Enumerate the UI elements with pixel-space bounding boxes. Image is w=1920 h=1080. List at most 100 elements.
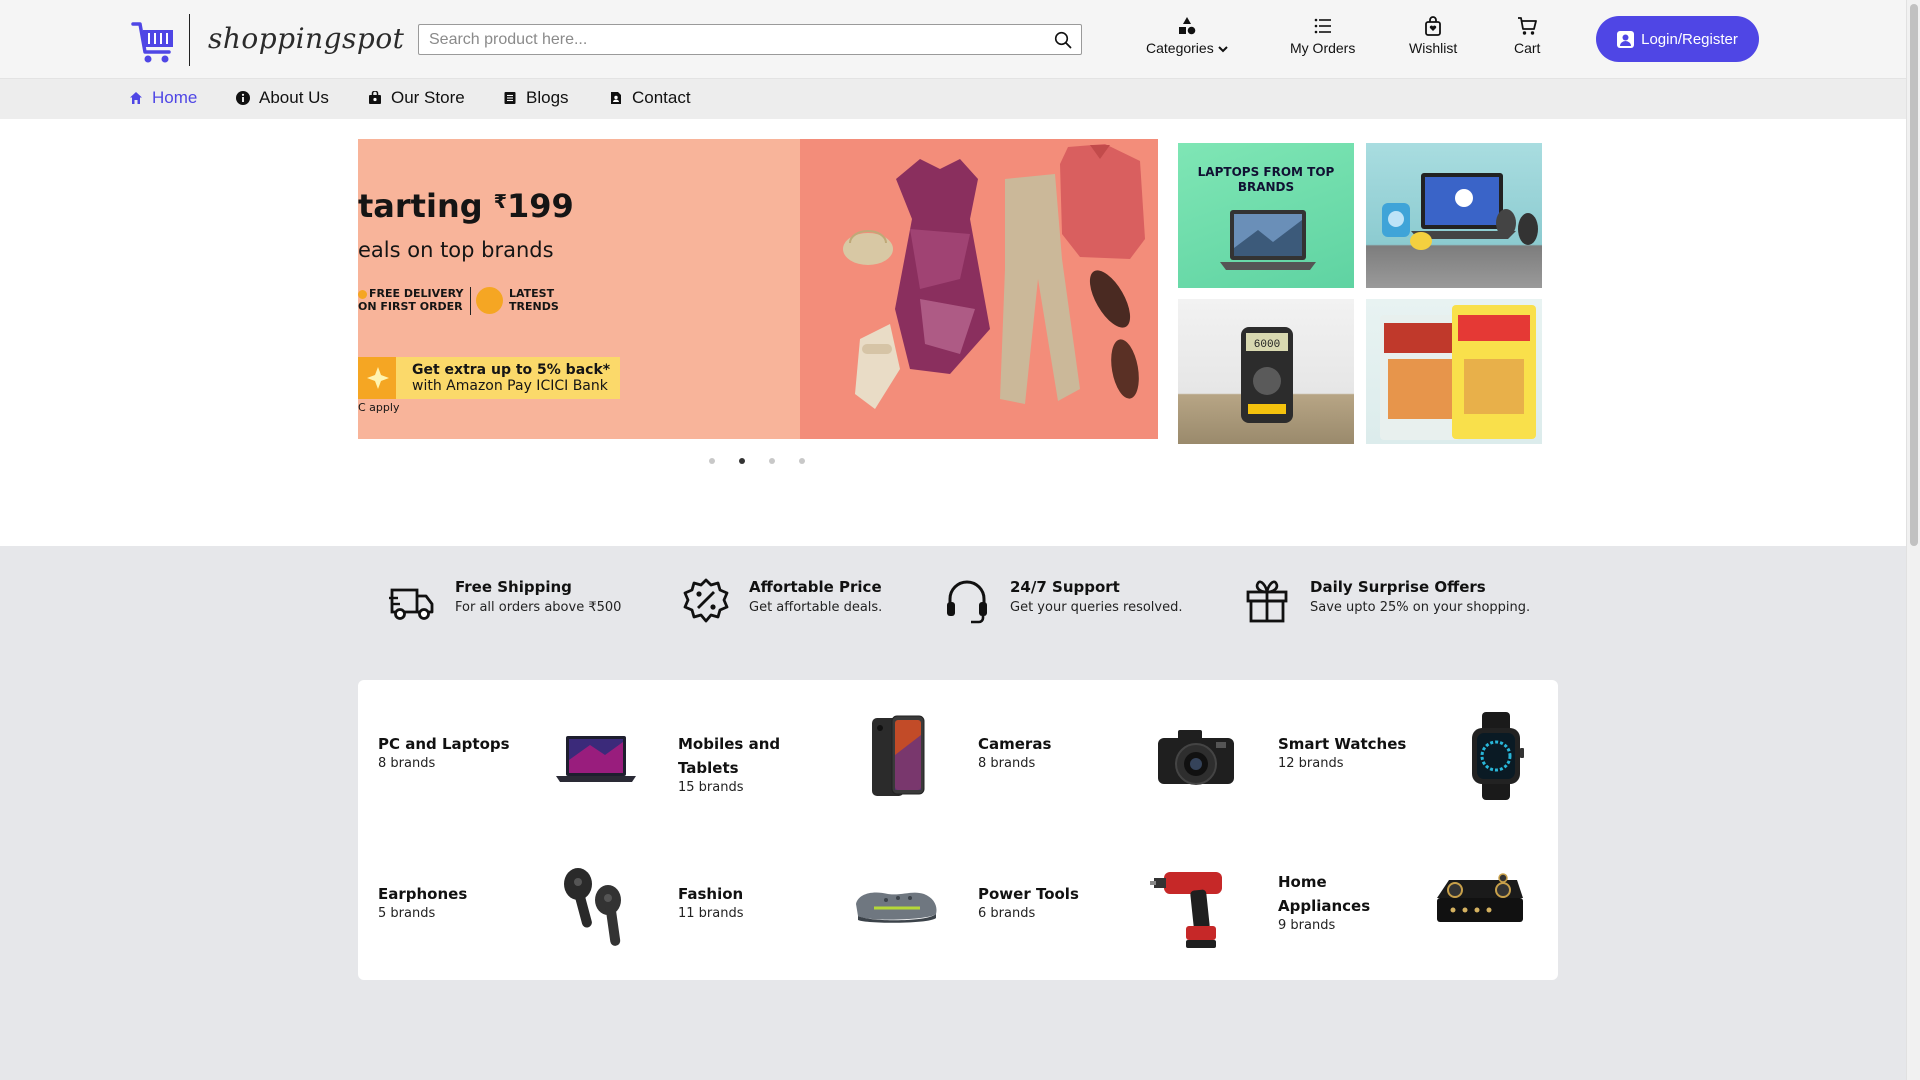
shapes-icon xyxy=(1178,17,1196,35)
scrollbar-thumb[interactable] xyxy=(1910,4,1918,546)
contact-icon xyxy=(611,92,621,104)
svg-text:6000: 6000 xyxy=(1254,339,1280,351)
header: shoppingspot Categories My Orders xyxy=(0,0,1920,79)
categories-button[interactable]: Categories xyxy=(1146,16,1228,56)
wishlist-label: Wishlist xyxy=(1409,40,1458,56)
chevron-down-icon xyxy=(1217,46,1228,53)
hero-currency: ₹ xyxy=(493,191,507,213)
menu-item-blogs[interactable]: Blogs xyxy=(503,88,569,108)
hero-right-panel xyxy=(800,139,1158,439)
search-input[interactable] xyxy=(429,30,1039,50)
category-count: 15 brands xyxy=(678,780,744,795)
feature-free-shipping: Free Shipping For all orders above ₹500 xyxy=(389,578,621,624)
my-orders-button[interactable]: My Orders xyxy=(1290,16,1355,56)
wishlist-button[interactable]: Wishlist xyxy=(1409,16,1457,56)
headset-icon xyxy=(947,580,987,624)
feature-affortable-price: Affortable Price Get affortable deals. xyxy=(683,578,882,624)
fashion-items-illustration xyxy=(843,144,1145,409)
list-icon xyxy=(1314,18,1331,34)
categories-card: PC and Laptops 8 brands Mobiles and Tabl… xyxy=(358,680,1558,980)
truck-icon xyxy=(389,588,434,620)
gift-icon xyxy=(1246,580,1288,623)
category-name: PC and Laptops xyxy=(378,735,510,753)
category-cameras[interactable]: Cameras 8 brands xyxy=(958,680,1258,830)
carousel-dot[interactable] xyxy=(799,458,805,464)
category-name: Smart Watches xyxy=(1278,735,1407,753)
cart-button[interactable]: Cart xyxy=(1514,16,1540,56)
category-count: 5 brands xyxy=(378,906,436,921)
info-icon xyxy=(236,91,250,105)
discount-icon xyxy=(683,578,729,623)
carousel-dots xyxy=(709,458,805,464)
feature-title: Affortable Price xyxy=(749,578,882,596)
hero-offer: Get extra up to 5% back* with Amazon Pay… xyxy=(358,357,620,399)
hero-subtitle: eals on top brands xyxy=(358,238,554,262)
earphones-icon xyxy=(564,868,621,946)
category-name: Power Tools xyxy=(978,885,1079,903)
home-icon xyxy=(130,92,142,104)
feature-subtitle: Save upto 25% on your shopping. xyxy=(1310,600,1531,615)
category-count: 8 brands xyxy=(378,756,436,771)
laptop-illustration xyxy=(1220,210,1316,270)
feature-title: 24/7 Support xyxy=(1010,578,1120,596)
menu-item-our-store[interactable]: Our Store xyxy=(368,88,465,108)
hero-offer-line1: Get extra up to 5% back* xyxy=(412,362,611,378)
category-power-tools[interactable]: Power Tools 6 brands xyxy=(958,830,1258,980)
carousel-dot[interactable] xyxy=(769,458,775,464)
category-name: Cameras xyxy=(978,735,1052,753)
category-count: 8 brands xyxy=(978,756,1036,771)
hero-title: tarting ₹199 xyxy=(358,187,574,225)
tile-electronics-banner[interactable] xyxy=(1366,143,1542,288)
my-orders-label: My Orders xyxy=(1290,40,1356,56)
search-box xyxy=(418,24,1082,55)
logo-divider xyxy=(189,14,190,66)
menu-item-home[interactable]: Home xyxy=(129,88,197,108)
hero-banner[interactable]: tarting ₹199 eals on top brands FREE DEL… xyxy=(358,139,1158,439)
category-smart-watches[interactable]: Smart Watches 12 brands xyxy=(1258,680,1558,830)
tile-laptops-banner[interactable]: LAPTOPS FROM TOP BRANDS xyxy=(1178,143,1354,288)
sparkle-icon xyxy=(367,367,389,389)
menu-item-about-us[interactable]: About Us xyxy=(236,88,329,108)
hero-title-text: tarting xyxy=(358,187,483,225)
category-count: 6 brands xyxy=(978,906,1036,921)
page-scrollbar[interactable] xyxy=(1906,0,1920,1080)
feature-title: Free Shipping xyxy=(455,578,572,596)
phone-icon xyxy=(872,715,925,796)
category-name: Earphones xyxy=(378,885,468,903)
carousel-dot-active[interactable] xyxy=(739,458,745,464)
feature-subtitle: Get affortable deals. xyxy=(749,600,883,615)
search-icon[interactable] xyxy=(1054,31,1072,49)
cart-icon xyxy=(1518,17,1538,35)
main-menu: Home About Us Our Store Blogs Contact xyxy=(0,79,1920,119)
logo-cart-icon[interactable] xyxy=(131,18,175,66)
stove-icon xyxy=(1437,873,1523,922)
menu-item-contact[interactable]: Contact xyxy=(609,88,691,108)
tile-multimeter-banner[interactable]: 6000 xyxy=(1178,299,1354,444)
menu-label-our-store: Our Store xyxy=(391,88,465,107)
category-home-appliances[interactable]: Home Appliances 9 brands xyxy=(1258,830,1558,980)
carousel-dot[interactable] xyxy=(709,458,715,464)
hero-terms: C apply xyxy=(358,401,400,414)
tile-laptops-caption: LAPTOPS FROM TOP BRANDS xyxy=(1197,165,1335,194)
trend-icon xyxy=(476,287,503,314)
hero-badge-free-delivery-text: FREE DELIVERY ON FIRST ORDER xyxy=(358,287,464,313)
category-fashion[interactable]: Fashion 11 brands xyxy=(658,830,958,980)
drill-icon xyxy=(1150,872,1222,948)
bag-icon xyxy=(1425,16,1442,36)
hero-offer-text: Get extra up to 5% back* with Amazon Pay… xyxy=(412,362,610,394)
logo-text[interactable]: shoppingspot xyxy=(208,22,404,55)
feature-subtitle: For all orders above ₹500 xyxy=(455,600,622,615)
category-mobiles-tablets[interactable]: Mobiles and Tablets 15 brands xyxy=(658,680,958,830)
category-name: Home Appliances xyxy=(1278,873,1371,915)
category-pc-laptops[interactable]: PC and Laptops 8 brands xyxy=(358,680,658,830)
login-register-button[interactable]: Login/Register xyxy=(1596,16,1759,62)
category-count: 12 brands xyxy=(1278,756,1344,771)
tile-groceries-banner[interactable] xyxy=(1366,299,1542,444)
groceries-illustration xyxy=(1380,305,1536,440)
menu-label-home: Home xyxy=(152,88,198,107)
category-earphones[interactable]: Earphones 5 brands xyxy=(358,830,658,980)
hero-badge-latest-trends: LATEST TRENDS xyxy=(509,287,559,313)
hero-offer-line2: with Amazon Pay ICICI Bank xyxy=(412,378,608,394)
menu-label-about-us: About Us xyxy=(259,88,329,107)
electronics-illustration xyxy=(1382,173,1538,250)
